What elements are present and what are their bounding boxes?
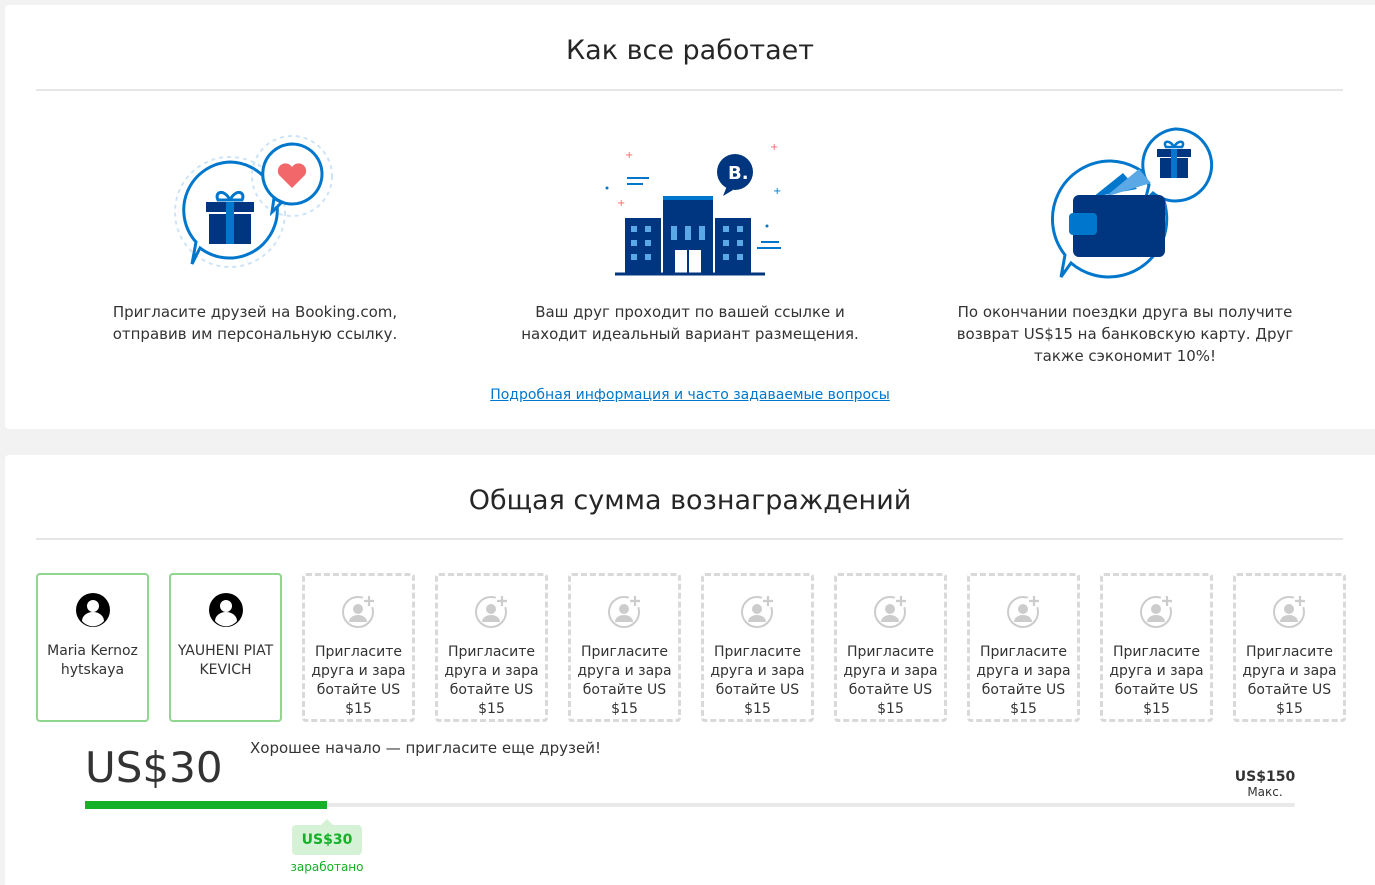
invite-friend-slot[interactable]: Пригласите друга и заработайте US$15 <box>834 573 947 722</box>
add-user-icon <box>873 594 908 628</box>
friend-slots: Maria Kernozhytskaya YAUHENI PIATKEVICH … <box>36 573 1346 723</box>
title-divider <box>36 89 1343 91</box>
max-reward: US$150 Макс. <box>1225 769 1305 799</box>
invite-slot-label: Пригласите друга и заработайте US$15 <box>710 644 805 717</box>
rewards-title-divider <box>36 538 1343 540</box>
svg-text:+: + <box>770 142 778 153</box>
invite-friend-slot[interactable]: Пригласите друга и заработайте US$15 <box>568 573 681 722</box>
earned-label: заработано <box>290 860 364 874</box>
reward-progress-fill <box>85 801 327 809</box>
invite-friend-slot[interactable]: Пригласите друга и заработайте US$15 <box>1233 573 1346 722</box>
step-book: + + + + B. Ваш друг проходит по вашей сс… <box>470 115 910 345</box>
step-reward-text: По окончании поездки друга вы получите в… <box>956 303 1294 365</box>
reward-progress-bar <box>85 801 1295 809</box>
friend-slot-joined: Maria Kernozhytskaya <box>36 573 149 722</box>
invite-friend-slot[interactable]: Пригласите друга и заработайте US$15 <box>701 573 814 722</box>
add-user-icon <box>341 594 376 628</box>
add-user-icon <box>607 594 642 628</box>
invite-slot-label: Пригласите друга и заработайте US$15 <box>444 644 539 717</box>
gift-heart-icon <box>174 135 333 268</box>
how-it-works-card: Как все работает Пригласите друзей на Bo… <box>5 5 1375 429</box>
wallet-gift-icon <box>1050 127 1214 279</box>
rewards-card: Общая сумма вознаграждений Maria Kernozh… <box>5 455 1375 885</box>
invite-slot-label: Пригласите друга и заработайте US$15 <box>1242 644 1337 717</box>
faq-link[interactable]: Подробная информация и часто задаваемые … <box>5 387 1375 403</box>
total-reward-amount: US$30 <box>85 743 223 792</box>
max-reward-label: Макс. <box>1247 785 1283 799</box>
step-invite: Пригласите друзей на Booking.com, отправ… <box>35 115 475 345</box>
invite-slot-label: Пригласите друга и заработайте US$15 <box>311 644 406 717</box>
invite-friend-slot[interactable]: Пригласите друга и заработайте US$15 <box>967 573 1080 722</box>
rewards-title: Общая сумма вознаграждений <box>468 485 912 516</box>
invite-friend-slot[interactable]: Пригласите друга и заработайте US$15 <box>435 573 548 722</box>
friend-slot-joined: YAUHENI PIATKEVICH <box>169 573 282 722</box>
encouragement-text: Хорошее начало — пригласите еще друзей! <box>250 739 602 757</box>
svg-text:+: + <box>617 198 625 209</box>
add-user-icon <box>1139 594 1174 628</box>
step-reward: По окончании поездки друга вы получите в… <box>905 115 1345 367</box>
svg-text:+: + <box>625 150 633 161</box>
max-reward-amount: US$150 <box>1234 769 1296 785</box>
friend-name: YAUHENI PIATKEVICH <box>177 643 274 678</box>
friend-name: Maria Kernozhytskaya <box>47 643 138 678</box>
svg-text:B.: B. <box>728 163 749 184</box>
add-user-icon <box>1006 594 1041 628</box>
svg-text:+: + <box>773 186 781 197</box>
earned-badge: US$30 <box>292 819 362 855</box>
step-book-text: Ваш друг проходит по вашей ссылке и нахо… <box>521 303 859 343</box>
step-invite-text: Пригласите друзей на Booking.com, отправ… <box>112 303 398 343</box>
user-avatar-icon <box>75 593 110 627</box>
invite-slot-label: Пригласите друга и заработайте US$15 <box>843 644 938 717</box>
hotel-building-icon: + + + + B. <box>605 142 781 276</box>
add-user-icon <box>1272 594 1307 628</box>
user-avatar-icon <box>208 593 243 627</box>
invite-friend-slot[interactable]: Пригласите друга и заработайте US$15 <box>1100 573 1213 722</box>
invite-slot-label: Пригласите друга и заработайте US$15 <box>976 644 1071 717</box>
how-it-works-title: Как все работает <box>565 35 815 66</box>
invite-slot-label: Пригласите друга и заработайте US$15 <box>577 644 672 717</box>
add-user-icon <box>740 594 775 628</box>
invite-friend-slot[interactable]: Пригласите друга и заработайте US$15 <box>302 573 415 722</box>
add-user-icon <box>474 594 509 628</box>
invite-slot-label: Пригласите друга и заработайте US$15 <box>1109 644 1204 717</box>
